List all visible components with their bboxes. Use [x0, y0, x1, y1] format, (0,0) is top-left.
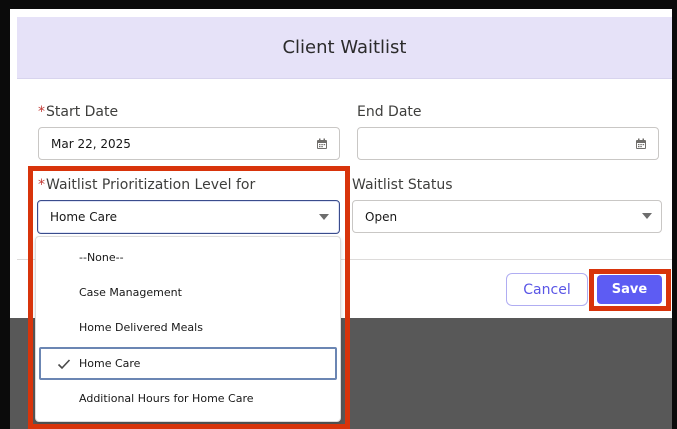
waitlist-status-value: Open — [365, 209, 398, 224]
start-date-label: *Start Date — [38, 104, 118, 120]
modal-title: Client Waitlist — [282, 37, 407, 58]
window-frame-right — [672, 0, 677, 429]
start-date-field[interactable]: Mar 22, 2025 — [38, 127, 340, 160]
calendar-icon[interactable] — [316, 138, 328, 150]
modal-header: Client Waitlist — [17, 17, 672, 79]
end-date-field[interactable] — [357, 127, 659, 160]
window-frame-left — [0, 0, 10, 429]
required-marker: * — [38, 104, 45, 120]
chevron-down-icon[interactable] — [642, 213, 652, 219]
end-date-label: End Date — [357, 104, 422, 120]
calendar-icon[interactable] — [635, 138, 647, 150]
start-date-label-text: Start Date — [46, 104, 119, 120]
cancel-button[interactable]: Cancel — [506, 273, 588, 306]
start-date-value: Mar 22, 2025 — [51, 136, 131, 151]
highlight-box-prioritization — [28, 166, 350, 429]
highlight-box-save — [589, 269, 671, 311]
waitlist-status-label: Waitlist Status — [352, 177, 453, 193]
window-frame-top — [0, 0, 677, 9]
waitlist-status-select[interactable]: Open — [352, 200, 662, 233]
